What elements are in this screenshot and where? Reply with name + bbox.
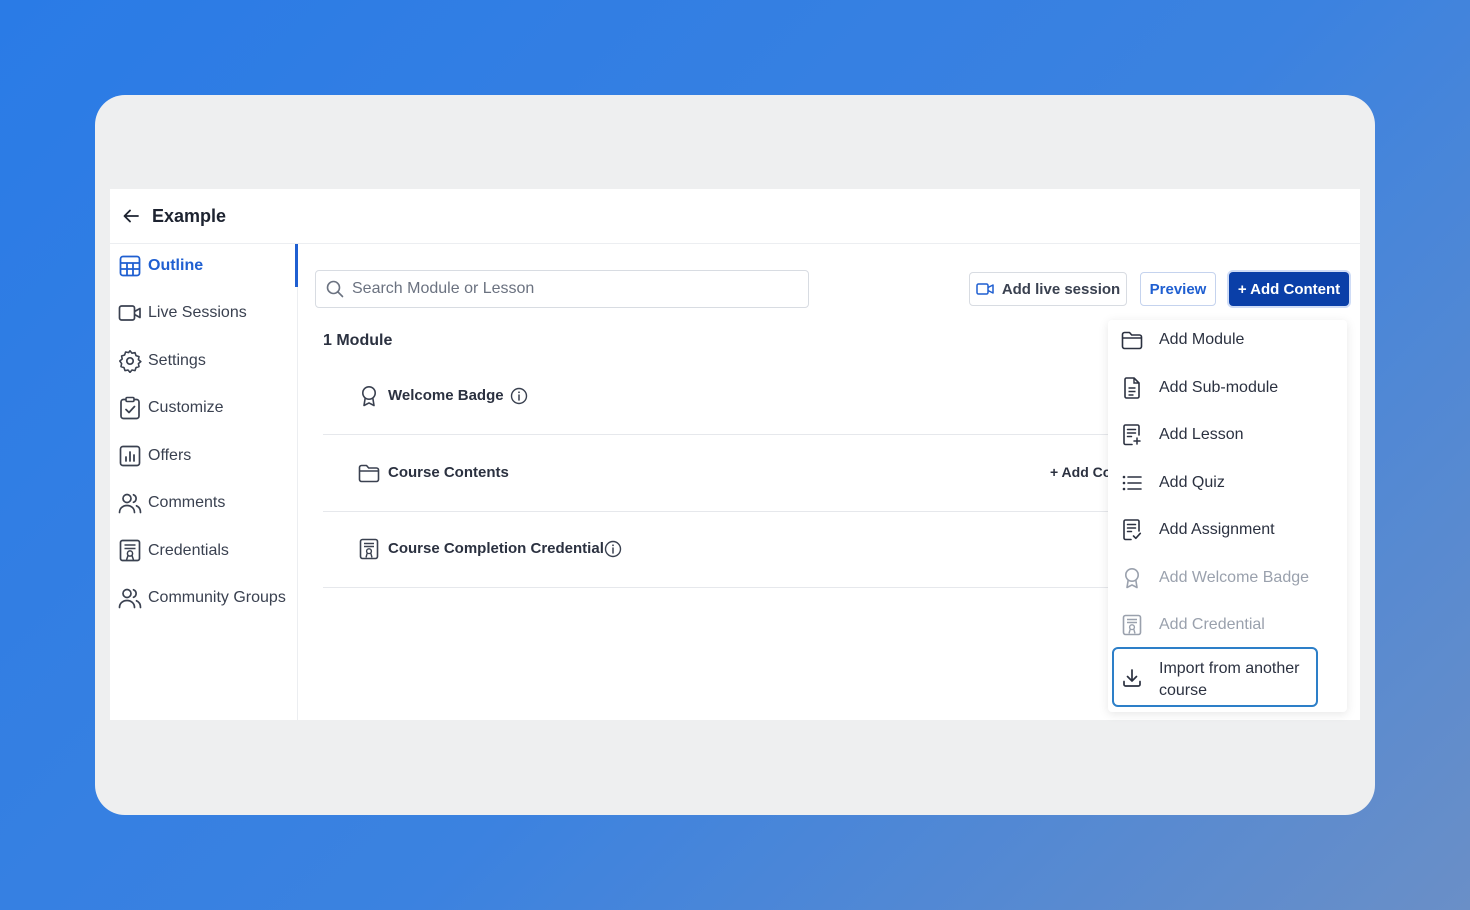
- info-icon[interactable]: [603, 539, 623, 559]
- sidebar-item-outline[interactable]: Outline: [118, 251, 203, 281]
- preview-button[interactable]: Preview: [1140, 272, 1216, 306]
- folder-icon: [357, 461, 381, 485]
- top-bar: Example: [110, 189, 1360, 244]
- menu-item-label: Add Sub-module: [1159, 379, 1279, 396]
- sidebar-item-offers[interactable]: Offers: [118, 441, 191, 471]
- assignment-icon: [1120, 518, 1144, 542]
- back-button[interactable]: [118, 203, 144, 229]
- video-camera-icon: [118, 301, 142, 325]
- row-label: Welcome Badge: [388, 387, 504, 404]
- sidebar-item-label: Comments: [148, 494, 226, 511]
- add-content-dropdown: Add Module Add Sub-module Add Lesson Add…: [1108, 320, 1347, 712]
- row-label: Course Contents: [388, 464, 509, 481]
- menu-item-label: Add Welcome Badge: [1159, 569, 1310, 586]
- info-icon[interactable]: [509, 386, 529, 406]
- menu-item-label: Import from another course: [1159, 660, 1300, 699]
- search-input[interactable]: [350, 279, 794, 299]
- menu-item-label: Add Lesson: [1159, 426, 1244, 443]
- menu-item-import-course[interactable]: Import from another course: [1112, 647, 1318, 707]
- menu-item-label: Add Assignment: [1159, 521, 1275, 538]
- clipboard-check-icon: [118, 396, 142, 420]
- menu-item-add-lesson[interactable]: Add Lesson: [1108, 415, 1347, 455]
- menu-item-add-assignment[interactable]: Add Assignment: [1108, 510, 1347, 550]
- sidebar-item-comments[interactable]: Comments: [118, 488, 225, 518]
- add-live-session-button[interactable]: Add live session: [969, 272, 1127, 306]
- outline-grid-icon: [118, 254, 142, 278]
- download-icon: [1120, 666, 1144, 690]
- bar-chart-icon: [118, 444, 142, 468]
- sidebar-item-settings[interactable]: Settings: [118, 346, 206, 376]
- sidebar-item-customize[interactable]: Customize: [118, 393, 224, 423]
- lesson-icon: [1120, 423, 1144, 447]
- sidebar-item-label: Offers: [148, 447, 192, 464]
- outline-row-welcome-badge[interactable]: Welcome Badge: [323, 358, 1123, 435]
- sidebar-item-label: Outline: [148, 257, 204, 274]
- menu-item-add-credential: Add Credential: [1108, 605, 1347, 645]
- sidebar-item-label: Community Groups: [148, 589, 286, 606]
- document-icon: [1120, 376, 1144, 400]
- sidebar: Outline Live Sessions Settings Customize: [110, 244, 298, 720]
- sidebar-item-label: Settings: [148, 352, 206, 369]
- menu-item-label: Add Quiz: [1159, 474, 1225, 491]
- users-icon: [118, 491, 142, 515]
- outline-row-course-contents[interactable]: Course Contents + Add Content: [323, 435, 1123, 512]
- menu-item-add-module[interactable]: Add Module: [1108, 320, 1347, 360]
- page-title: Example: [152, 206, 227, 226]
- sidebar-item-credentials[interactable]: Credentials: [118, 536, 229, 566]
- arrow-left-icon: [123, 209, 139, 223]
- window-card: Example Outline Live Sessions Settings C…: [95, 95, 1375, 815]
- certificate-icon: [1120, 613, 1144, 637]
- outline-row-course-completion-credential[interactable]: Course Completion Credential: [323, 511, 1123, 588]
- users-icon: [118, 586, 142, 610]
- search-icon: [326, 280, 344, 298]
- search-box: [315, 270, 809, 308]
- menu-item-add-welcome-badge: Add Welcome Badge: [1108, 558, 1347, 598]
- sidebar-item-live-sessions[interactable]: Live Sessions: [118, 298, 247, 328]
- video-camera-icon: [976, 282, 994, 296]
- folder-icon: [1120, 328, 1144, 352]
- sidebar-item-community-groups[interactable]: Community Groups: [118, 583, 286, 613]
- badge-icon: [357, 384, 381, 408]
- add-live-session-label: Add live session: [1001, 280, 1121, 298]
- row-add-content-link[interactable]: + Add Content: [1050, 464, 1108, 480]
- list-icon: [1120, 471, 1144, 495]
- module-count: 1 Module: [323, 332, 393, 349]
- row-label: Course Completion Credential: [388, 540, 604, 557]
- menu-item-add-quiz[interactable]: Add Quiz: [1108, 463, 1347, 503]
- sidebar-item-label: Customize: [148, 399, 224, 416]
- menu-item-label: Add Credential: [1159, 616, 1265, 633]
- menu-item-label: Add Module: [1159, 331, 1245, 348]
- sidebar-item-label: Live Sessions: [148, 304, 247, 321]
- gear-icon: [118, 349, 142, 373]
- certificate-icon: [118, 539, 142, 563]
- add-content-button[interactable]: + Add Content: [1229, 272, 1349, 306]
- sidebar-item-label: Credentials: [148, 542, 229, 559]
- badge-icon: [1120, 566, 1144, 590]
- menu-item-add-sub-module[interactable]: Add Sub-module: [1108, 368, 1347, 408]
- certificate-icon: [357, 537, 381, 561]
